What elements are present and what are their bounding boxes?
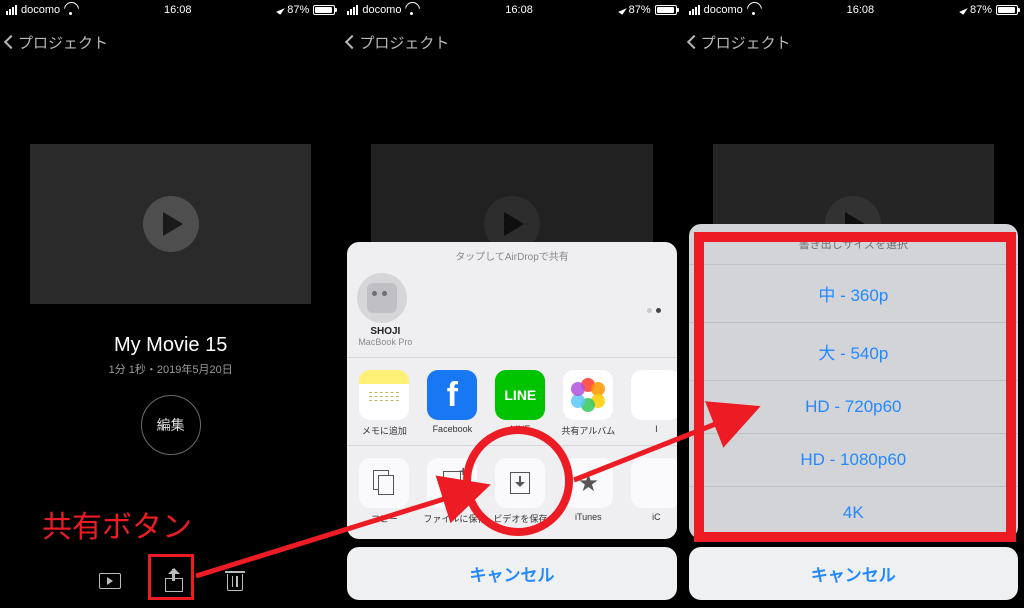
- annotation-circle-save-video: [463, 426, 573, 536]
- back-label: プロジェクト: [701, 32, 791, 53]
- location-icon: [276, 5, 285, 14]
- chevron-left-icon: [345, 35, 359, 49]
- movie-subtitle: 1分 1秒・2019年5月20日: [0, 361, 341, 377]
- carrier-label: docomo: [704, 4, 743, 16]
- app-icon: [631, 370, 676, 420]
- action-copy[interactable]: コピー: [355, 458, 413, 525]
- action-icloud[interactable]: iC: [627, 458, 676, 525]
- clock: 16:08: [847, 4, 875, 16]
- notes-icon: [359, 370, 409, 420]
- back-button[interactable]: プロジェクト: [6, 32, 108, 53]
- trash-icon: [227, 571, 243, 591]
- play-video-button[interactable]: [99, 573, 121, 589]
- clock: 16:08: [505, 4, 533, 16]
- share-app-photos[interactable]: 共有アルバム: [559, 370, 617, 437]
- battery-pct: 87%: [629, 4, 651, 16]
- edit-button[interactable]: 編集: [141, 395, 201, 455]
- chevron-left-icon: [4, 35, 18, 49]
- three-phone-composite: docomo 16:08 87% プロジェクト My Movie 15 1分 1…: [0, 0, 1024, 608]
- chevron-left-icon: [687, 35, 701, 49]
- airdrop-header: タップしてAirDropで共有: [347, 242, 676, 267]
- back-button[interactable]: プロジェクト: [689, 32, 791, 53]
- airdrop-contact[interactable]: SHOJI MacBook Pro: [357, 273, 413, 347]
- wifi-icon: [64, 5, 77, 15]
- page-dots: [647, 308, 661, 313]
- annotation-frame-export-options: [694, 232, 1016, 542]
- back-label: プロジェクト: [18, 32, 108, 53]
- battery-icon: [996, 5, 1018, 15]
- battery-icon: [313, 5, 335, 15]
- signal-icon: [347, 5, 358, 15]
- delete-button[interactable]: [227, 571, 243, 591]
- line-icon: LINE: [495, 370, 545, 420]
- back-button[interactable]: プロジェクト: [347, 32, 449, 53]
- nav-bar: プロジェクト: [341, 20, 682, 64]
- nav-bar: プロジェクト: [0, 20, 341, 64]
- share-sheet: タップしてAirDropで共有 SHOJI MacBook Pro メモに追加 …: [347, 242, 676, 600]
- annotation-share-label: 共有ボタン: [42, 502, 192, 546]
- location-icon: [959, 5, 968, 14]
- signal-icon: [689, 5, 700, 15]
- cancel-button[interactable]: キャンセル: [347, 547, 676, 600]
- nav-bar: プロジェクト: [683, 20, 1024, 64]
- clock: 16:08: [164, 4, 192, 16]
- back-label: プロジェクト: [359, 32, 449, 53]
- share-app-memo[interactable]: メモに追加: [355, 370, 413, 437]
- photos-icon: [563, 370, 613, 420]
- wifi-icon: [747, 5, 760, 15]
- battery-icon: [655, 5, 677, 15]
- facebook-icon: f: [427, 370, 477, 420]
- play-icon: [163, 212, 183, 236]
- status-bar: docomo 16:08 87%: [683, 0, 1024, 20]
- carrier-label: docomo: [21, 4, 60, 16]
- contact-device: MacBook Pro: [357, 337, 413, 347]
- movie-title: My Movie 15: [0, 334, 341, 357]
- contact-name: SHOJI: [357, 326, 413, 337]
- battery-pct: 87%: [287, 4, 309, 16]
- annotation-share-box: [148, 554, 194, 600]
- signal-icon: [6, 5, 17, 15]
- status-bar: docomo 16:08 87%: [341, 0, 682, 20]
- location-icon: [618, 5, 627, 14]
- copy-icon: [359, 458, 409, 508]
- avatar: [357, 273, 407, 323]
- cancel-button[interactable]: キャンセル: [689, 547, 1018, 600]
- battery-pct: 87%: [970, 4, 992, 16]
- cloud-icon: [631, 458, 676, 508]
- play-button[interactable]: [143, 196, 199, 252]
- status-bar: docomo 16:08 87%: [0, 0, 341, 20]
- video-thumbnail[interactable]: [30, 144, 311, 304]
- wifi-icon: [405, 5, 418, 15]
- share-app-facebook[interactable]: fFacebook: [423, 370, 481, 437]
- carrier-label: docomo: [362, 4, 401, 16]
- share-app-more[interactable]: I: [627, 370, 676, 437]
